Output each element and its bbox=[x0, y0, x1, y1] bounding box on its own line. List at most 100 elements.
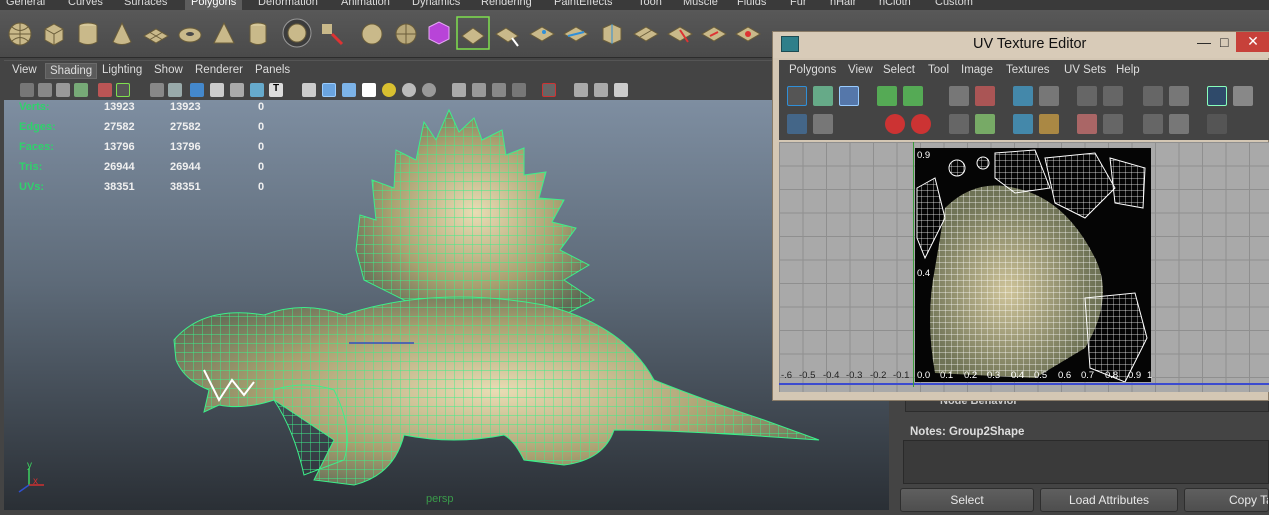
viewport-menu-renderer[interactable]: Renderer bbox=[195, 64, 243, 76]
isolate-select-icon[interactable] bbox=[542, 83, 556, 97]
poly-prism-icon[interactable] bbox=[210, 20, 238, 48]
shelf-tab-painteffects[interactable]: PaintEffects bbox=[548, 0, 619, 10]
resolution-gate-icon[interactable] bbox=[190, 83, 204, 97]
motion-blur-icon[interactable] bbox=[452, 83, 466, 97]
viewport-menu-shading[interactable]: Shading bbox=[45, 63, 98, 79]
shelf-tab-fur[interactable]: Fur bbox=[784, 0, 813, 10]
cut-uv-edges-icon[interactable] bbox=[949, 86, 969, 106]
bridge-icon[interactable] bbox=[494, 20, 522, 48]
align-min-u-icon[interactable] bbox=[1077, 86, 1097, 106]
wireframe-icon[interactable] bbox=[302, 83, 316, 97]
uv-menu-help[interactable]: Help bbox=[1116, 64, 1140, 76]
layout-uvs-icon[interactable] bbox=[1013, 86, 1033, 106]
viewport-menu-panels[interactable]: Panels bbox=[255, 64, 290, 76]
uv-menu-textures[interactable]: Textures bbox=[1006, 64, 1049, 76]
flip-v-icon[interactable] bbox=[903, 86, 923, 106]
notes-textarea[interactable] bbox=[903, 440, 1269, 484]
perspective-viewport[interactable]: Verts: 13923 13923 0 Edges: 27582 27582 … bbox=[4, 100, 889, 510]
rotate-cw-icon[interactable] bbox=[911, 114, 931, 134]
field-chart-icon[interactable] bbox=[230, 83, 244, 97]
grow-selection-icon[interactable] bbox=[1169, 114, 1189, 134]
depth-of-field-icon[interactable] bbox=[492, 83, 506, 97]
viewport-menu-view[interactable]: View bbox=[12, 64, 37, 76]
checker-icon[interactable] bbox=[1233, 86, 1253, 106]
shelf-tab-toon[interactable]: Toon bbox=[632, 0, 668, 10]
align-max-u-icon[interactable] bbox=[1103, 86, 1123, 106]
move-sew-icon[interactable] bbox=[975, 114, 995, 134]
minimize-button[interactable]: — bbox=[1197, 34, 1211, 50]
shelf-tab-deformation[interactable]: Deformation bbox=[252, 0, 324, 10]
shelf-tab-dynamics[interactable]: Dynamics bbox=[406, 0, 466, 10]
uv-menu-tool[interactable]: Tool bbox=[928, 64, 949, 76]
copy-tab-button[interactable]: Copy Ta bbox=[1184, 488, 1269, 512]
combine-icon[interactable] bbox=[318, 20, 346, 48]
uv-menu-polygons[interactable]: Polygons bbox=[789, 64, 836, 76]
unfold-uvs-icon[interactable] bbox=[1013, 114, 1033, 134]
poly-cylinder-icon[interactable] bbox=[74, 20, 102, 48]
shelf-tab-fluids[interactable]: Fluids bbox=[731, 0, 772, 10]
camera-attributes-icon[interactable] bbox=[38, 83, 52, 97]
viewport-menu-show[interactable]: Show bbox=[154, 64, 183, 76]
shelf-tab-curves[interactable]: Curves bbox=[62, 0, 109, 10]
uv-smudge-icon[interactable] bbox=[813, 86, 833, 106]
uv-editor-titlebar[interactable]: UV Texture Editor — □ ✕ bbox=[773, 32, 1269, 58]
collapse-icon[interactable] bbox=[734, 20, 762, 48]
align-max-v-icon[interactable] bbox=[1103, 114, 1123, 134]
uv-grid-icon[interactable] bbox=[787, 114, 807, 134]
shelf-tab-nhair[interactable]: nHair bbox=[824, 0, 862, 10]
shelf-tab-muscle[interactable]: Muscle bbox=[677, 0, 724, 10]
grease-pencil-icon[interactable] bbox=[98, 83, 112, 97]
poly-plane-icon[interactable] bbox=[142, 20, 170, 48]
normalize-uvs-icon[interactable] bbox=[1039, 86, 1059, 106]
shadows-icon[interactable] bbox=[402, 83, 416, 97]
poly-cone-icon[interactable] bbox=[108, 20, 136, 48]
insert-edgeloop-icon[interactable] bbox=[598, 20, 626, 48]
offset-edgeloop-icon[interactable] bbox=[632, 20, 660, 48]
poly-cube-magenta-icon[interactable] bbox=[424, 18, 454, 48]
use-all-lights-icon[interactable] bbox=[382, 83, 396, 97]
safe-title-icon[interactable]: T bbox=[269, 83, 283, 97]
four-view-icon[interactable] bbox=[594, 83, 608, 97]
dimetrodon-wireframe-model[interactable]: y x persp bbox=[4, 100, 889, 510]
poly-torus-icon[interactable] bbox=[176, 20, 204, 48]
x-ray-icon[interactable] bbox=[512, 83, 526, 97]
cut-faces-icon[interactable] bbox=[666, 20, 694, 48]
wireframe-on-shaded-icon[interactable] bbox=[342, 83, 356, 97]
textured-icon[interactable] bbox=[362, 83, 376, 97]
separate-icon[interactable] bbox=[358, 20, 386, 48]
anti-aliasing-icon[interactable] bbox=[472, 83, 486, 97]
shelf-tab-animation[interactable]: Animation bbox=[335, 0, 396, 10]
split-polygon-icon[interactable] bbox=[562, 20, 590, 48]
poly-cube-icon[interactable] bbox=[40, 20, 68, 48]
smooth-icon[interactable] bbox=[392, 20, 420, 48]
poly-pipe-icon[interactable] bbox=[244, 20, 272, 48]
uv-lattice-icon[interactable] bbox=[787, 86, 807, 106]
select-camera-icon[interactable] bbox=[20, 83, 34, 97]
shelf-tab-rendering[interactable]: Rendering bbox=[475, 0, 538, 10]
maximize-button[interactable]: □ bbox=[1220, 34, 1228, 50]
film-gate-icon[interactable] bbox=[168, 83, 182, 97]
select-button[interactable]: Select bbox=[900, 488, 1034, 512]
uv-menu-image[interactable]: Image bbox=[961, 64, 993, 76]
single-view-icon[interactable] bbox=[574, 83, 588, 97]
uv-snapshot-icon[interactable] bbox=[813, 114, 833, 134]
extrude-icon[interactable] bbox=[456, 16, 490, 50]
align-min-v-icon[interactable] bbox=[1077, 114, 1097, 134]
two-d-pan-zoom-icon[interactable] bbox=[116, 83, 130, 97]
uv-move-icon[interactable] bbox=[839, 86, 859, 106]
display-image-icon[interactable] bbox=[1207, 86, 1227, 106]
image-plane-icon[interactable] bbox=[74, 83, 88, 97]
poly-sphere-icon[interactable] bbox=[6, 20, 34, 48]
dim-image-icon[interactable] bbox=[1207, 114, 1227, 134]
merge-icon[interactable] bbox=[700, 20, 728, 48]
select-shell-icon[interactable] bbox=[1143, 86, 1163, 106]
flip-u-icon[interactable] bbox=[877, 86, 897, 106]
poly-helix-icon[interactable] bbox=[280, 16, 314, 50]
relax-uvs-icon[interactable] bbox=[1039, 114, 1059, 134]
close-button[interactable]: ✕ bbox=[1236, 32, 1269, 52]
select-border-icon[interactable] bbox=[1169, 86, 1189, 106]
shelf-tab-polygons[interactable]: Polygons bbox=[185, 0, 243, 10]
append-polygon-icon[interactable] bbox=[528, 20, 556, 48]
shelf-tab-ncloth[interactable]: nCloth bbox=[873, 0, 917, 10]
uv-menu-select[interactable]: Select bbox=[883, 64, 915, 76]
